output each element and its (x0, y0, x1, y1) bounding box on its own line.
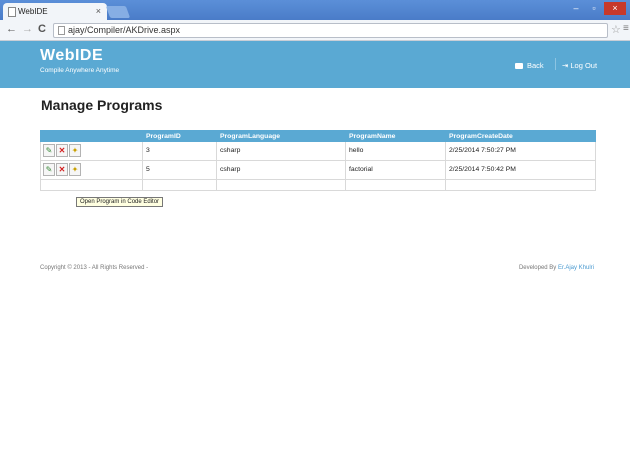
forward-arrow-icon[interactable]: → (22, 23, 33, 35)
row-actions: ✎ ✕ ✦ (40, 160, 143, 180)
programs-table: ProgramID ProgramLanguage ProgramName Pr… (40, 130, 596, 191)
open-editor-icon[interactable]: ✦ (69, 144, 81, 157)
developed-by-label: Developed By (518, 265, 557, 271)
cell-program-language: csharp (216, 141, 346, 161)
tab-close-icon[interactable]: × (96, 6, 101, 16)
back-arrow-icon[interactable]: ← (6, 23, 17, 35)
minimize-button[interactable]: – (568, 2, 584, 15)
actions-column-header (40, 130, 143, 142)
nav-divider (555, 58, 556, 70)
logout-link[interactable]: ⇥ Log Out (562, 61, 597, 70)
cell-program-id: 5 (142, 160, 217, 180)
empty-cell (40, 179, 143, 191)
table-row-empty (40, 179, 596, 191)
address-bar[interactable]: ajay/Compiler/AKDrive.aspx (53, 23, 608, 38)
cell-program-name: hello (345, 141, 446, 161)
maximize-button[interactable]: ▫ (586, 2, 602, 15)
table-row: ✎ ✕ ✦ 3 csharp hello 2/25/2014 7:50:27 PM (40, 141, 596, 161)
browser-tab[interactable]: WebIDE × (3, 3, 107, 20)
reload-icon[interactable]: C (38, 23, 46, 35)
site-brand[interactable]: WebIDE (40, 47, 103, 65)
empty-cell (142, 179, 217, 191)
window-controls: – ▫ × (568, 2, 626, 16)
delete-icon[interactable]: ✕ (56, 144, 68, 157)
back-link[interactable]: Back (515, 61, 544, 70)
cell-program-id: 3 (142, 141, 217, 161)
edit-icon[interactable]: ✎ (43, 163, 55, 176)
site-tagline: Compile Anywhere Anytime (40, 67, 120, 74)
column-header-program-language: ProgramLanguage (216, 130, 346, 142)
column-header-program-create-date: ProgramCreateDate (445, 130, 596, 142)
page-title: Manage Programs (41, 97, 163, 113)
column-header-program-name: ProgramName (345, 130, 446, 142)
bookmark-star-icon[interactable]: ☆ (611, 23, 621, 36)
empty-cell (345, 179, 446, 191)
empty-cell (445, 179, 596, 191)
table-row: ✎ ✕ ✦ 5 csharp factorial 2/25/2014 7:50:42… (40, 160, 596, 180)
back-label: Back (527, 61, 544, 70)
footer-credit: Developed By Er.Ajay Khulri (519, 265, 594, 271)
edit-icon[interactable]: ✎ (43, 144, 55, 157)
page-icon (8, 7, 16, 17)
browser-titlebar: WebIDE × – ▫ × (0, 0, 630, 20)
cell-program-create-date: 2/25/2014 7:50:42 PM (445, 160, 596, 180)
footer-copyright: Copyright © 2013 - All Rights Reserved - (40, 265, 149, 271)
cell-program-name: factorial (345, 160, 446, 180)
briefcase-icon (515, 63, 523, 70)
author-link[interactable]: Er.Ajay Khulri (558, 265, 594, 271)
open-editor-icon[interactable]: ✦ (69, 163, 81, 176)
row-actions: ✎ ✕ ✦ (40, 141, 143, 161)
browser-toolbar: ← → C ajay/Compiler/AKDrive.aspx ☆ ≡ (0, 20, 630, 41)
column-header-program-id: ProgramID (142, 130, 217, 142)
empty-cell (216, 179, 346, 191)
page-icon (58, 26, 65, 35)
table-header-row: ProgramID ProgramLanguage ProgramName Pr… (40, 130, 596, 142)
cell-program-create-date: 2/25/2014 7:50:27 PM (445, 141, 596, 161)
open-editor-tooltip: Open Program in Code Editor (76, 197, 164, 207)
address-url: ajay/Compiler/AKDrive.aspx (68, 25, 181, 35)
cell-program-language: csharp (216, 160, 346, 180)
browser-menu-icon[interactable]: ≡ (623, 23, 629, 34)
logout-label: Log Out (570, 61, 598, 70)
tab-title: WebIDE (18, 7, 48, 16)
new-tab-button[interactable] (105, 6, 131, 18)
close-window-button[interactable]: × (604, 2, 626, 15)
delete-icon[interactable]: ✕ (56, 163, 68, 176)
